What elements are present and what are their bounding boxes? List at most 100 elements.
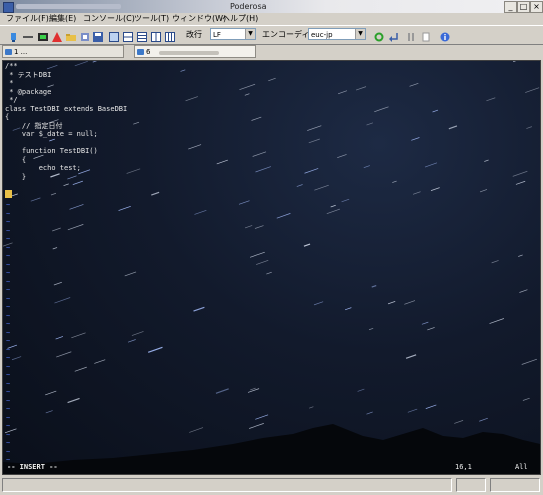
star-trail (67, 224, 84, 231)
star-trail (513, 61, 517, 63)
open-session-button[interactable] (79, 28, 91, 41)
star-trail (255, 166, 272, 173)
layout-hsplit3-button[interactable] (136, 28, 148, 42)
layout-vsplit3-button[interactable] (164, 28, 176, 42)
star-trail (256, 259, 269, 265)
newline-select[interactable]: LF ▼ (210, 28, 256, 40)
star-trail (126, 168, 141, 174)
tilde-marker: ~ (6, 430, 11, 439)
status-panel-main (2, 478, 452, 492)
tilde-marker: ~ (6, 371, 11, 379)
echo-icon (374, 32, 384, 42)
serial-button[interactable] (22, 28, 34, 40)
star-trail (430, 187, 440, 191)
star-trail (411, 137, 420, 141)
tilde-marker: ~ (6, 260, 11, 269)
newline-label: 改行 (186, 30, 202, 39)
menu-file[interactable]: ファイル(F) (6, 13, 49, 25)
minimize-button[interactable]: _ (504, 1, 517, 13)
menu-bar: ファイル(F) 編集(E) コンソール(C) ツール(T) ウィンドウ(W) ヘ… (0, 13, 543, 25)
star-trail (308, 138, 320, 144)
menu-tools[interactable]: ツール(T) (134, 13, 169, 25)
info-button[interactable] (439, 28, 451, 42)
tilde-marker: ~ (6, 209, 11, 218)
line-feed-button[interactable] (388, 28, 400, 42)
status-panel-2 (456, 478, 486, 492)
star-trail (371, 284, 377, 288)
suspend-log-button[interactable] (405, 28, 417, 41)
local-echo-button[interactable] (373, 28, 385, 42)
return-arrow-icon (389, 33, 398, 42)
star-trail (30, 197, 41, 202)
code-line: * テストDBI (5, 70, 52, 79)
tilde-marker: ~ (6, 439, 11, 447)
layout-single-button[interactable] (108, 28, 120, 42)
star-trail (254, 225, 264, 229)
star-trail (404, 300, 416, 305)
terminal-pane[interactable]: /** * テストDBI * * @package */class TestDB… (2, 60, 541, 475)
document-icon (422, 32, 430, 42)
three-row-split-icon (137, 32, 147, 42)
star-trail (54, 297, 71, 304)
star-trail (518, 254, 523, 257)
cygwin-button[interactable] (37, 28, 49, 41)
star-trail (521, 358, 538, 365)
new-connection-button[interactable] (8, 28, 20, 42)
pause-icon (408, 33, 414, 41)
star-trail (421, 321, 429, 325)
tilde-marker: ~ (6, 252, 11, 260)
tilde-marker: ~ (6, 379, 11, 388)
star-trail (344, 307, 352, 311)
star-trail (512, 170, 528, 177)
star-trail (424, 162, 438, 168)
star-trail (525, 87, 540, 93)
menu-edit[interactable]: 編集(E) (49, 13, 76, 25)
menu-help[interactable]: ヘルプ(H) (222, 13, 258, 25)
star-trail (127, 339, 136, 343)
open-button[interactable] (65, 28, 77, 41)
star-trail (387, 301, 396, 305)
star-trail (314, 184, 329, 191)
star-trail (412, 191, 421, 195)
star-trail (216, 159, 228, 165)
tab-session-1[interactable]: 1 ... (2, 45, 124, 58)
menu-console[interactable]: コンソール(C) (83, 13, 135, 25)
star-trail (147, 346, 163, 353)
tilde-marker: ~ (6, 405, 11, 413)
save-button[interactable] (92, 28, 104, 42)
encoding-select[interactable]: euc-jp ▼ (308, 28, 366, 40)
star-trail (427, 327, 435, 331)
code-line: { (5, 113, 10, 121)
maximize-button[interactable]: □ (517, 1, 530, 13)
comment-log-button[interactable] (420, 28, 432, 42)
star-trail (252, 151, 267, 157)
code-line: var $_date = null; (5, 130, 98, 138)
star-trail (405, 354, 417, 359)
single-pane-icon (109, 32, 119, 42)
floppy-icon (93, 32, 103, 42)
tab-title-blur (159, 51, 219, 55)
star-trail (55, 336, 64, 340)
star-trail (489, 318, 505, 324)
menu-window[interactable]: ウィンドウ(W) (172, 13, 226, 25)
tab-session-2[interactable]: 6 (134, 45, 256, 58)
layout-hsplit-button[interactable] (122, 28, 134, 42)
star-trail (151, 191, 160, 196)
star-trail (313, 301, 324, 306)
tilde-marker: ~ (6, 447, 11, 456)
tilde-marker: ~ (6, 218, 11, 226)
layout-vsplit-button[interactable] (150, 28, 162, 42)
star-trail (303, 243, 311, 247)
horizontal-split-icon (123, 32, 133, 42)
cygwin-icon (38, 33, 48, 41)
code-line: function TestDBI() (5, 147, 98, 155)
star-trail (133, 121, 140, 125)
shortcut-button[interactable] (51, 28, 63, 42)
star-trail (432, 109, 439, 113)
tilde-marker: ~ (6, 294, 11, 303)
code-line: // 指定日付 (5, 121, 63, 130)
terminal-tab-icon (137, 49, 144, 55)
star-trail (52, 247, 58, 250)
star-trail (251, 116, 262, 121)
close-button[interactable]: × (530, 1, 543, 13)
